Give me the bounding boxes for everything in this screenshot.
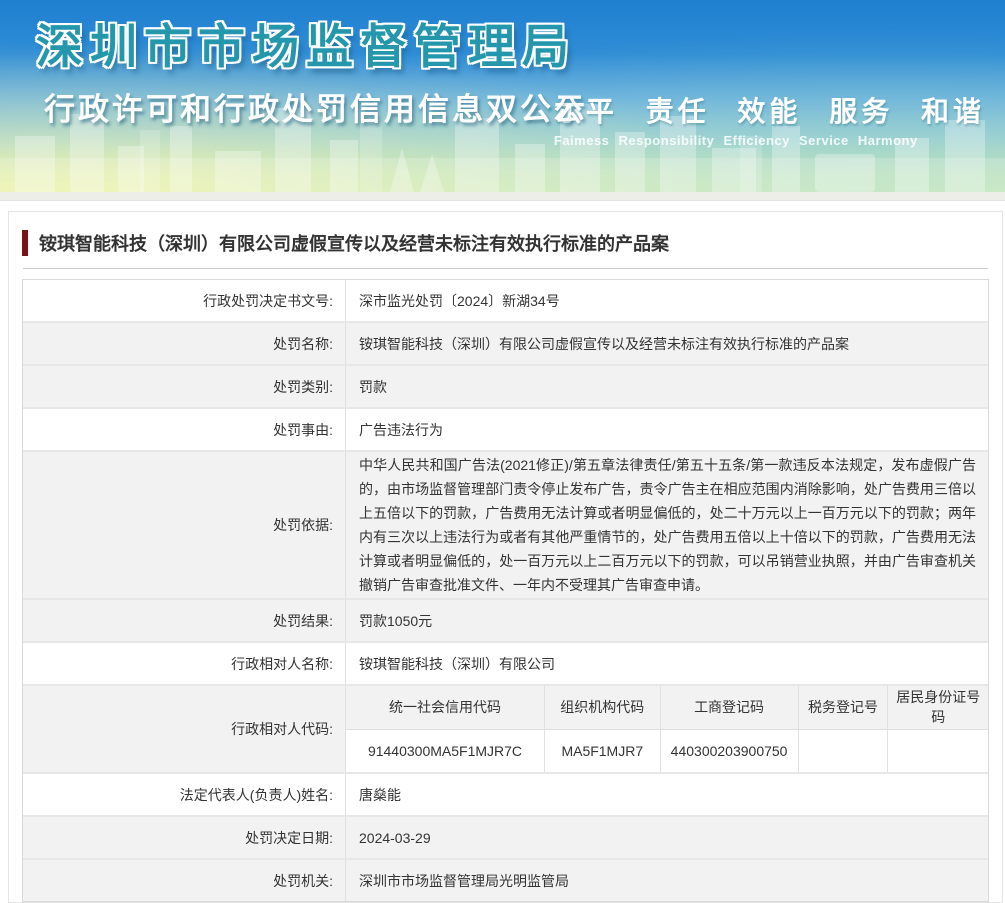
banner-bottom-strip xyxy=(0,192,1005,201)
codes-value-tax-reg xyxy=(799,730,889,773)
table-row-penalty-name: 处罚名称: 铵琪智能科技（深圳）有限公司虚假宣传以及经营未标注有效执行标准的产品… xyxy=(23,323,988,366)
case-title: 铵琪智能科技（深圳）有限公司虚假宣传以及经营未标注有效执行标准的产品案 xyxy=(39,230,669,256)
row-label: 处罚机关: xyxy=(23,860,346,901)
agency-title: 深圳市市场监督管理局 xyxy=(36,8,576,77)
header-banner: 深圳市市场监督管理局 行政许可和行政处罚信用信息双公示 公平 责任 效能 服务 … xyxy=(0,0,1005,192)
row-value: 铵琪智能科技（深圳）有限公司 xyxy=(346,643,988,684)
codes-header-row: 统一社会信用代码 组织机构代码 工商登记码 税务登记号 居民身份证号码 xyxy=(346,686,988,729)
table-row-legal-representative: 法定代表人(负责人)姓名: 唐燊能 xyxy=(23,774,988,817)
row-value: 广告违法行为 xyxy=(346,409,988,450)
row-label: 处罚事由: xyxy=(23,409,346,450)
codes-value-business-reg: 440300203900750 xyxy=(661,730,799,773)
codes-value-org-code: MA5F1MJR7 xyxy=(545,730,661,773)
codes-subtable: 统一社会信用代码 组织机构代码 工商登记码 税务登记号 居民身份证号码 9144… xyxy=(346,686,988,772)
codes-value-row: 91440300MA5F1MJR7C MA5F1MJR7 44030020390… xyxy=(346,729,988,773)
slogan-english: Faimess Responsibility Efficiency Servic… xyxy=(554,133,985,148)
title-divider xyxy=(23,268,988,269)
row-value: 唐燊能 xyxy=(346,774,988,815)
table-row-decision-date: 处罚决定日期: 2024-03-29 xyxy=(23,817,988,860)
row-value: 铵琪智能科技（深圳）有限公司虚假宣传以及经营未标注有效执行标准的产品案 xyxy=(346,323,988,364)
codes-header-credit-code: 统一社会信用代码 xyxy=(346,686,545,729)
penalty-info-table: 行政处罚决定书文号: 深市监光处罚〔2024〕新湖34号 处罚名称: 铵琪智能科… xyxy=(22,279,989,902)
row-label: 处罚名称: xyxy=(23,323,346,364)
row-label: 行政相对人名称: xyxy=(23,643,346,684)
banner-subtitle: 行政许可和行政处罚信用信息双公示 xyxy=(44,84,588,129)
slogan-chinese: 公平 责任 效能 服务 和谐 xyxy=(554,90,985,130)
table-row-counterpart-name: 行政相对人名称: 铵琪智能科技（深圳）有限公司 xyxy=(23,643,988,686)
table-row-penalty-basis: 处罚依据: 中华人民共和国广告法(2021修正)/第五章法律责任/第五十五条/第… xyxy=(23,452,988,600)
row-label: 处罚类别: xyxy=(23,366,346,407)
row-value: 2024-03-29 xyxy=(346,817,988,858)
row-label: 处罚依据: xyxy=(23,452,346,598)
row-value: 罚款 xyxy=(346,366,988,407)
row-value: 深市监光处罚〔2024〕新湖34号 xyxy=(346,280,988,321)
row-label: 处罚结果: xyxy=(23,600,346,641)
codes-value-id-number xyxy=(888,730,988,773)
table-row-penalty-category: 处罚类别: 罚款 xyxy=(23,366,988,409)
codes-header-id-number: 居民身份证号码 xyxy=(888,686,988,729)
row-label: 行政处罚决定书文号: xyxy=(23,280,346,321)
row-value: 深圳市市场监督管理局光明监管局 xyxy=(346,860,988,901)
table-row-penalty-result: 处罚结果: 罚款1050元 xyxy=(23,600,988,643)
case-title-row: 铵琪智能科技（深圳）有限公司虚假宣传以及经营未标注有效执行标准的产品案 xyxy=(22,230,989,256)
table-row-penalty-authority: 处罚机关: 深圳市市场监督管理局光明监管局 xyxy=(23,860,988,901)
table-row-document-number: 行政处罚决定书文号: 深市监光处罚〔2024〕新湖34号 xyxy=(23,280,988,323)
row-value: 中华人民共和国广告法(2021修正)/第五章法律责任/第五十五条/第一款违反本法… xyxy=(346,452,988,598)
row-label: 行政相对人代码: xyxy=(23,686,346,772)
row-label: 法定代表人(负责人)姓名: xyxy=(23,774,346,815)
row-label: 处罚决定日期: xyxy=(23,817,346,858)
banner-slogan: 公平 责任 效能 服务 和谐 Faimess Responsibility Ef… xyxy=(554,90,985,148)
codes-header-business-reg: 工商登记码 xyxy=(661,686,799,729)
title-accent-bar xyxy=(22,230,28,256)
table-row-penalty-reason: 处罚事由: 广告违法行为 xyxy=(23,409,988,452)
table-row-counterpart-codes: 行政相对人代码: 统一社会信用代码 组织机构代码 工商登记码 税务登记号 居民身… xyxy=(23,686,988,774)
row-value: 罚款1050元 xyxy=(346,600,988,641)
codes-header-org-code: 组织机构代码 xyxy=(545,686,661,729)
content-panel: 铵琪智能科技（深圳）有限公司虚假宣传以及经营未标注有效执行标准的产品案 行政处罚… xyxy=(8,211,1003,903)
codes-header-tax-reg: 税务登记号 xyxy=(799,686,889,729)
codes-value-credit-code: 91440300MA5F1MJR7C xyxy=(346,730,545,773)
